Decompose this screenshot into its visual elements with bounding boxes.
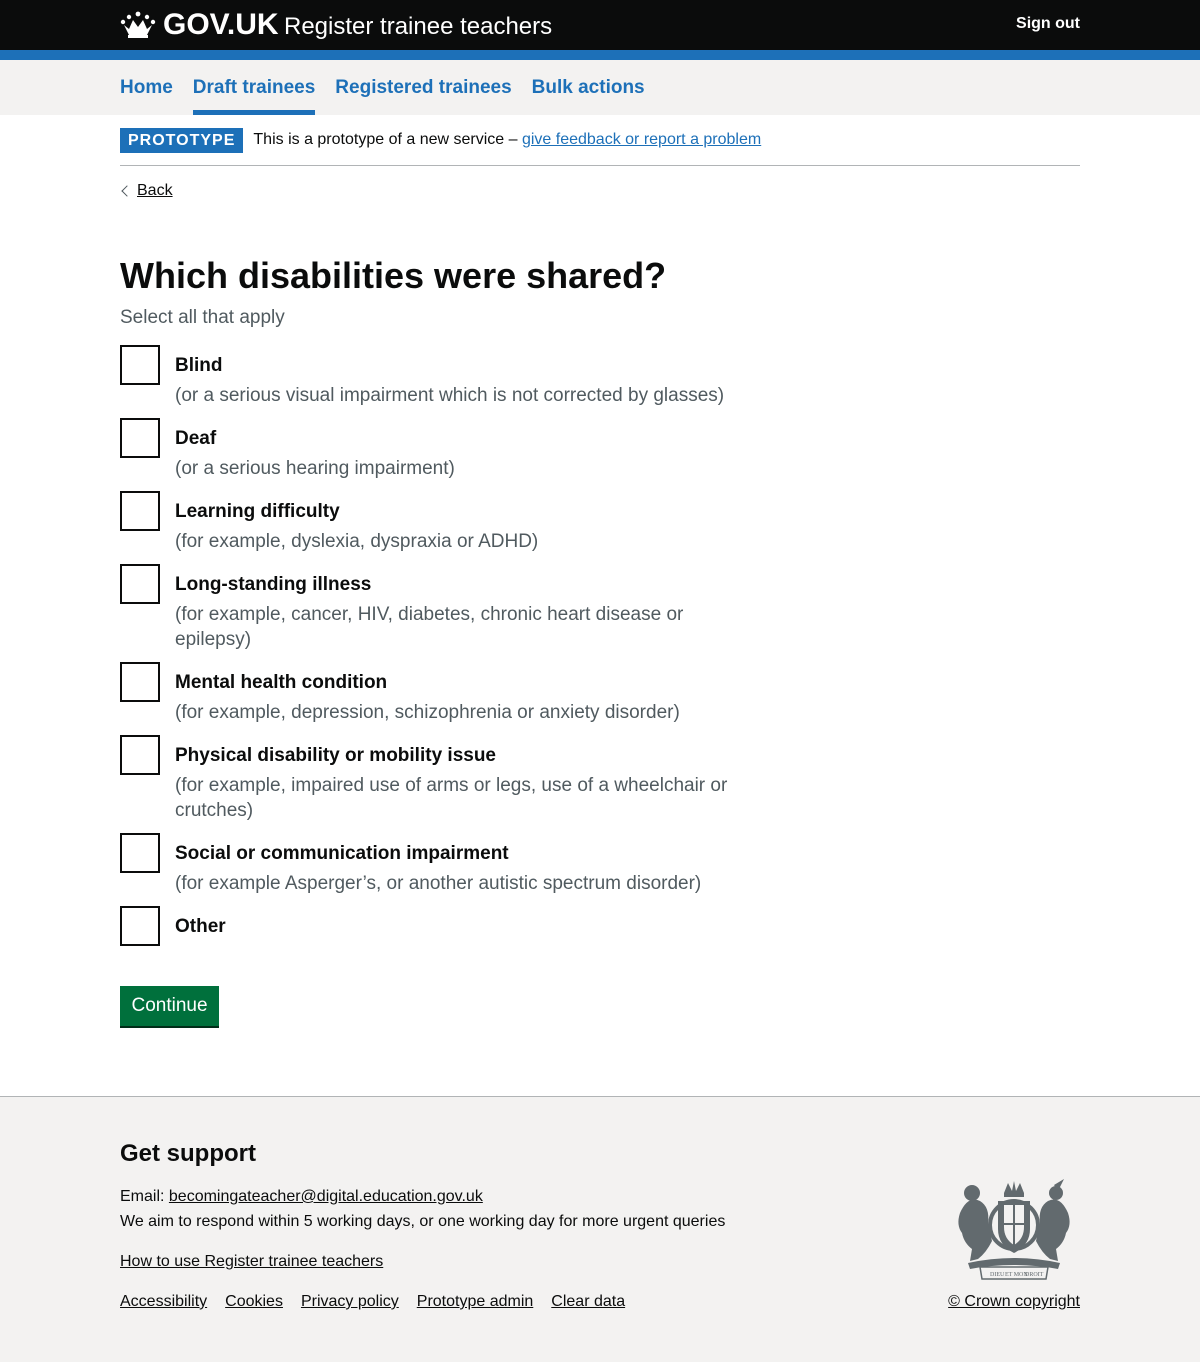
checkbox-label[interactable]: Physical disability or mobility issue	[175, 743, 496, 768]
phase-tag: PROTOTYPE	[120, 127, 244, 153]
nav-item-home[interactable]: Home	[120, 60, 173, 115]
footer-link-privacy-policy[interactable]: Privacy policy	[301, 1292, 399, 1312]
service-name[interactable]: Register trainee teachers	[284, 12, 552, 42]
feedback-link[interactable]: give feedback or report a problem	[522, 131, 761, 148]
footer-how-to-link[interactable]: How to use Register trainee teachers	[120, 1252, 383, 1272]
checkbox-hint: (or a serious visual impairment which is…	[175, 385, 725, 406]
header: GOV.UK Register trainee teachers Sign ou…	[0, 0, 1200, 60]
nav-item-bulk-actions[interactable]: Bulk actions	[532, 60, 645, 115]
crest-motto-right: DROIT	[1025, 1272, 1044, 1278]
checkbox-hint: (for example, dyslexia, dyspraxia or ADH…	[175, 531, 539, 552]
phase-text: This is a prototype of a new service – g…	[253, 130, 761, 150]
checkbox-hint: (for example, cancer, HIV, diabetes, chr…	[175, 604, 684, 650]
checkbox-label[interactable]: Deaf	[175, 426, 216, 451]
checkbox-label[interactable]: Mental health condition	[175, 670, 387, 695]
royal-crest-icon: DIEU ET MON DROIT	[958, 1179, 1070, 1280]
checkbox-input[interactable]	[120, 906, 160, 946]
checkbox-hint: (or a serious hearing impairment)	[175, 458, 455, 479]
footer-links: Accessibility Cookies Privacy policy Pro…	[120, 1292, 643, 1312]
checkbox-input[interactable]	[120, 491, 160, 531]
govuk-logo-link[interactable]: GOV.UK	[120, 8, 279, 42]
footer-email: Email: becomingateacher@digital.educatio…	[120, 1187, 483, 1207]
continue-button[interactable]: Continue	[120, 986, 219, 1026]
footer-email-label: Email:	[120, 1188, 165, 1205]
checkbox-hint: (for example, depression, schizophrenia …	[175, 702, 680, 723]
nav-list: Home Draft trainees Registered trainees …	[120, 60, 665, 115]
chevron-left-icon	[121, 185, 133, 197]
phase-banner: PROTOTYPE This is a prototype of a new s…	[120, 115, 1080, 166]
crest-motto-left: DIEU	[990, 1272, 1005, 1278]
crown-icon	[120, 11, 156, 38]
checkbox-input[interactable]	[120, 345, 160, 385]
sign-out-link[interactable]: Sign out	[1016, 14, 1080, 34]
footer-link-prototype-admin[interactable]: Prototype admin	[417, 1292, 534, 1312]
footer-link-cookies[interactable]: Cookies	[225, 1292, 283, 1312]
footer-link-accessibility[interactable]: Accessibility	[120, 1292, 207, 1312]
back-link[interactable]: Back	[137, 181, 173, 201]
checkbox-input[interactable]	[120, 833, 160, 873]
checkbox-input[interactable]	[120, 564, 160, 604]
govuk-logo-text: GOV.UK	[163, 8, 279, 41]
footer-link-clear-data[interactable]: Clear data	[551, 1292, 625, 1312]
back-link-wrapper: Back	[120, 181, 173, 201]
checkbox-label[interactable]: Other	[175, 914, 226, 939]
checkbox-hint: (for example, impaired use of arms or le…	[175, 775, 728, 821]
footer-support-title: Get support	[120, 1140, 256, 1167]
phase-text-body: This is a prototype of a new service –	[253, 131, 518, 148]
checkbox-input[interactable]	[120, 662, 160, 702]
nav-item-draft-trainees[interactable]: Draft trainees	[192, 60, 315, 115]
checkbox-label[interactable]: Social or communication impairment	[175, 841, 509, 866]
header-blue-bar	[0, 50, 1200, 60]
form-hint: Select all that apply	[120, 307, 285, 328]
checkbox-input[interactable]	[120, 418, 160, 458]
footer-respond-text: We aim to respond within 5 working days,…	[120, 1213, 726, 1230]
page-title: Which disabilities were shared?	[120, 255, 667, 296]
footer-email-link[interactable]: becomingateacher@digital.education.gov.u…	[169, 1188, 483, 1205]
footer: Get support Email: becomingateacher@digi…	[0, 1096, 1200, 1362]
checkbox-label[interactable]: Blind	[175, 353, 223, 378]
checkbox-input[interactable]	[120, 735, 160, 775]
primary-navigation: Home Draft trainees Registered trainees …	[0, 60, 1200, 115]
crown-copyright-link[interactable]: © Crown copyright	[948, 1292, 1080, 1312]
checkbox-label[interactable]: Learning difficulty	[175, 499, 340, 524]
checkbox-label[interactable]: Long-standing illness	[175, 572, 371, 597]
nav-item-registered-trainees[interactable]: Registered trainees	[335, 60, 511, 115]
checkbox-hint: (for example Asperger’s, or another auti…	[175, 873, 702, 894]
